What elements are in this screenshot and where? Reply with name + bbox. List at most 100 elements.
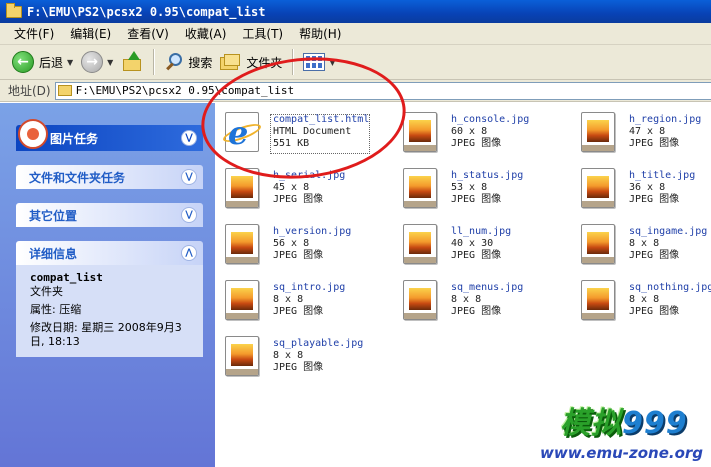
expand-chevron-icon[interactable]: ⋁ bbox=[181, 207, 197, 223]
collapse-chevron-icon[interactable]: ⋁ bbox=[181, 130, 197, 146]
menu-help[interactable]: 帮助(H) bbox=[291, 25, 349, 42]
search-label: 搜索 bbox=[188, 55, 213, 70]
chevron-down-icon[interactable]: ▼ bbox=[107, 58, 113, 67]
details-title: 详细信息 bbox=[29, 246, 78, 261]
folder-icon bbox=[6, 2, 22, 18]
file-name: compat_list.html bbox=[273, 114, 370, 125]
jpeg-image-icon bbox=[581, 168, 615, 208]
menu-file[interactable]: 文件(F) bbox=[6, 25, 62, 42]
file-item-h-status[interactable]: h_status.jpg 53 x 8 JPEG 图像 bbox=[393, 162, 563, 212]
views-button[interactable]: ▼ bbox=[299, 48, 339, 76]
details-name: compat_list bbox=[30, 271, 103, 284]
file-name: h_console.jpg bbox=[451, 114, 530, 125]
jpeg-image-icon bbox=[403, 224, 437, 264]
toolbar-separator bbox=[153, 49, 155, 75]
file-item-sq-playable[interactable]: sq_playable.jpg 8 x 8 JPEG 图像 bbox=[215, 330, 385, 380]
jpeg-image-icon bbox=[403, 280, 437, 320]
file-dimensions: 40 x 30 bbox=[451, 238, 494, 249]
jpeg-image-icon bbox=[225, 168, 259, 208]
details-body: compat_list 文件夹 属性: 压缩 修改日期: 星期三 2008年9月… bbox=[16, 265, 203, 357]
title-bar: F:\EMU\PS2\pcsx2 0.95\compat_list bbox=[0, 0, 711, 23]
file-item-sq-nothing[interactable]: sq_nothing.jpg 8 x 8 JPEG 图像 bbox=[571, 274, 711, 324]
jpeg-image-icon bbox=[225, 280, 259, 320]
task-pane: 图片任务 ⋁ 文件和文件夹任务 ⋁ 其它位置 ⋁ 详细信息 ⋀ compat_l… bbox=[0, 103, 215, 467]
file-item-sq-ingame[interactable]: sq_ingame.jpg 8 x 8 JPEG 图像 bbox=[571, 218, 711, 268]
address-input[interactable]: F:\EMU\PS2\pcsx2 0.95\compat_list bbox=[54, 81, 711, 100]
file-type: JPEG 图像 bbox=[629, 250, 680, 261]
file-dimensions: 56 x 8 bbox=[273, 238, 310, 249]
up-folder-button[interactable] bbox=[117, 48, 147, 76]
details-modified: 修改日期: 星期三 2008年9月3日, 18:13 bbox=[30, 321, 182, 348]
folders-label: 文件夹 bbox=[246, 55, 283, 70]
back-label: 后退 bbox=[39, 55, 64, 70]
html-document-icon: e bbox=[221, 112, 263, 152]
other-places-title: 其它位置 bbox=[29, 208, 78, 223]
menu-tools[interactable]: 工具(T) bbox=[234, 25, 291, 42]
details-header[interactable]: 详细信息 ⋀ bbox=[16, 241, 203, 265]
other-places-panel: 其它位置 ⋁ bbox=[16, 203, 203, 227]
file-type: JPEG 图像 bbox=[451, 306, 502, 317]
file-dimensions: 53 x 8 bbox=[451, 182, 488, 193]
file-name: h_status.jpg bbox=[451, 170, 524, 181]
address-label: 地址(D) bbox=[8, 84, 51, 98]
window-title: F:\EMU\PS2\pcsx2 0.95\compat_list bbox=[27, 4, 266, 19]
file-dimensions: 60 x 8 bbox=[451, 126, 488, 137]
menu-bar: 文件(F) 编辑(E) 查看(V) 收藏(A) 工具(T) 帮助(H) bbox=[0, 23, 711, 45]
file-name: sq_menus.jpg bbox=[451, 282, 524, 293]
file-name: sq_ingame.jpg bbox=[629, 226, 708, 237]
file-item-h-region[interactable]: h_region.jpg 47 x 8 JPEG 图像 bbox=[571, 106, 711, 156]
file-dimensions: 8 x 8 bbox=[629, 238, 660, 249]
file-name: h_version.jpg bbox=[273, 226, 352, 237]
file-size: 551 KB bbox=[273, 138, 310, 149]
file-name: sq_intro.jpg bbox=[273, 282, 346, 293]
file-list: e compat_list.html HTML Document 551 KB h_… bbox=[215, 103, 711, 467]
file-item-sq-intro[interactable]: sq_intro.jpg 8 x 8 JPEG 图像 bbox=[215, 274, 385, 324]
details-type: 文件夹 bbox=[30, 285, 63, 298]
file-type: JPEG 图像 bbox=[273, 250, 324, 261]
back-button[interactable]: ← 后退 ▼ bbox=[8, 48, 77, 76]
collapse-chevron-icon[interactable]: ⋀ bbox=[181, 245, 197, 261]
jpeg-image-icon bbox=[581, 112, 615, 152]
file-item-h-title[interactable]: h_title.jpg 36 x 8 JPEG 图像 bbox=[571, 162, 711, 212]
jpeg-image-icon bbox=[225, 224, 259, 264]
jpeg-image-icon bbox=[403, 168, 437, 208]
menu-edit[interactable]: 编辑(E) bbox=[62, 25, 119, 42]
address-path: F:\EMU\PS2\pcsx2 0.95\compat_list bbox=[75, 84, 295, 97]
file-type: JPEG 图像 bbox=[629, 306, 680, 317]
file-name: ll_num.jpg bbox=[451, 226, 512, 237]
file-item-h-version[interactable]: h_version.jpg 56 x 8 JPEG 图像 bbox=[215, 218, 385, 268]
up-folder-icon bbox=[121, 51, 143, 73]
forward-button[interactable]: → ▼ bbox=[77, 48, 117, 76]
file-name: h_serial.jpg bbox=[273, 170, 346, 181]
search-button[interactable]: 搜索 bbox=[160, 48, 216, 76]
folders-button[interactable]: 文件夹 bbox=[216, 48, 286, 76]
file-type: JPEG 图像 bbox=[451, 138, 502, 149]
file-folder-tasks-panel: 文件和文件夹任务 ⋁ bbox=[16, 165, 203, 189]
picture-tasks-header[interactable]: 图片任务 ⋁ bbox=[16, 119, 203, 151]
file-item-ll-num[interactable]: ll_num.jpg 40 x 30 JPEG 图像 bbox=[393, 218, 563, 268]
file-folder-tasks-title: 文件和文件夹任务 bbox=[29, 170, 126, 185]
chevron-down-icon[interactable]: ▼ bbox=[329, 58, 335, 67]
file-item-sq-menus[interactable]: sq_menus.jpg 8 x 8 JPEG 图像 bbox=[393, 274, 563, 324]
file-type: HTML Document bbox=[273, 126, 352, 137]
jpeg-image-icon bbox=[581, 280, 615, 320]
file-name: sq_playable.jpg bbox=[273, 338, 364, 349]
jpeg-image-icon bbox=[225, 336, 259, 376]
file-folder-tasks-header[interactable]: 文件和文件夹任务 ⋁ bbox=[16, 165, 203, 189]
menu-favorites[interactable]: 收藏(A) bbox=[177, 25, 235, 42]
file-item-compat-list[interactable]: e compat_list.html HTML Document 551 KB bbox=[215, 106, 385, 156]
chevron-down-icon[interactable]: ▼ bbox=[67, 58, 73, 67]
expand-chevron-icon[interactable]: ⋁ bbox=[181, 169, 197, 185]
file-dimensions: 45 x 8 bbox=[273, 182, 310, 193]
details-panel: 详细信息 ⋀ compat_list 文件夹 属性: 压缩 修改日期: 星期三 … bbox=[16, 241, 203, 357]
file-item-h-serial[interactable]: h_serial.jpg 45 x 8 JPEG 图像 bbox=[215, 162, 385, 212]
jpeg-image-icon bbox=[403, 112, 437, 152]
folders-icon bbox=[220, 53, 242, 71]
other-places-header[interactable]: 其它位置 ⋁ bbox=[16, 203, 203, 227]
file-item-h-console[interactable]: h_console.jpg 60 x 8 JPEG 图像 bbox=[393, 106, 563, 156]
file-type: JPEG 图像 bbox=[451, 250, 502, 261]
picture-tasks-title: 图片任务 bbox=[50, 131, 99, 146]
address-bar: 地址(D) F:\EMU\PS2\pcsx2 0.95\compat_list bbox=[0, 80, 711, 102]
menu-view[interactable]: 查看(V) bbox=[119, 25, 177, 42]
jpeg-image-icon bbox=[581, 224, 615, 264]
